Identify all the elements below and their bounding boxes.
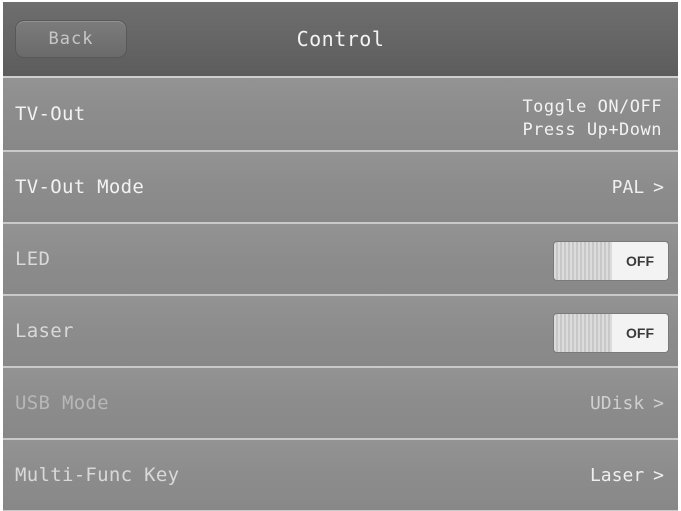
- usb-mode-value[interactable]: UDisk >: [590, 368, 664, 438]
- row-usb-mode[interactable]: USB Mode UDisk >: [3, 368, 678, 440]
- laser-toggle-state: OFF: [612, 314, 668, 352]
- header-bar: Back Control: [3, 2, 678, 78]
- row-label-tv-out: TV-Out: [15, 103, 86, 125]
- row-tv-out-mode[interactable]: TV-Out Mode PAL >: [3, 152, 678, 224]
- row-tv-out[interactable]: TV-Out Toggle ON/OFF Press Up+Down: [3, 78, 678, 152]
- row-laser: Laser OFF: [3, 296, 678, 368]
- tv-out-mode-value[interactable]: PAL >: [612, 152, 664, 222]
- laser-toggle[interactable]: OFF: [554, 314, 668, 352]
- row-label-led: LED: [15, 248, 51, 270]
- chevron-right-icon: >: [653, 176, 664, 198]
- tv-out-hint-line-2: Press Up+Down: [522, 120, 662, 140]
- tv-out-mode-value-text: PAL: [611, 176, 645, 198]
- device-screen: Back Control TV-Out Toggle ON/OFF Press …: [3, 2, 678, 511]
- led-toggle[interactable]: OFF: [554, 242, 668, 280]
- row-led: LED OFF: [3, 224, 678, 296]
- usb-mode-value-text: UDisk: [589, 392, 645, 414]
- settings-list: TV-Out Toggle ON/OFF Press Up+Down TV-Ou…: [3, 78, 678, 511]
- led-toggle-knob[interactable]: [554, 242, 612, 280]
- chevron-right-icon: >: [653, 392, 664, 414]
- multi-func-key-value-text: Laser: [589, 464, 645, 486]
- tv-out-hint-line-1: Toggle ON/OFF: [522, 97, 662, 117]
- tv-out-hint: Toggle ON/OFF Press Up+Down: [522, 96, 662, 142]
- row-label-multi-func-key: Multi-Func Key: [15, 464, 180, 486]
- row-label-laser: Laser: [15, 320, 74, 342]
- led-toggle-state: OFF: [612, 242, 668, 280]
- row-label-usb-mode: USB Mode: [15, 392, 109, 414]
- page-title: Control: [296, 27, 385, 51]
- row-label-tv-out-mode: TV-Out Mode: [15, 176, 145, 198]
- chevron-right-icon: >: [653, 464, 664, 486]
- multi-func-key-value[interactable]: Laser >: [590, 440, 664, 510]
- row-multi-func-key[interactable]: Multi-Func Key Laser >: [3, 440, 678, 511]
- laser-toggle-knob[interactable]: [554, 314, 612, 352]
